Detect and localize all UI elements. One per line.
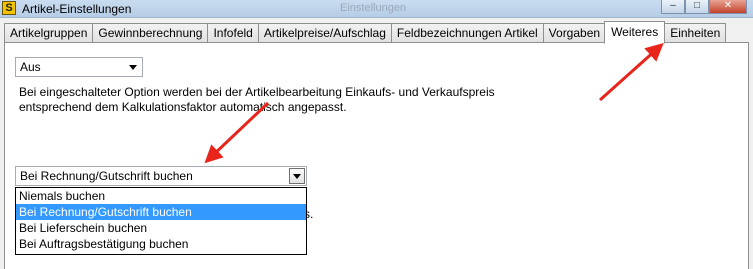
app-icon: S [2, 1, 16, 15]
tab-infofeld[interactable]: Infofeld [207, 23, 258, 43]
title-bar: S Artikel-Einstellungen Einstellungen – … [0, 0, 753, 18]
booking-dropdown-list: Niemals buchen Bei Rechnung/Gutschrift b… [15, 187, 307, 255]
tab-artikelgruppen[interactable]: Artikelgruppen [4, 23, 93, 43]
dropdown-option-lieferschein[interactable]: Bei Lieferschein buchen [16, 220, 306, 236]
maximize-button[interactable]: □ [685, 0, 709, 14]
dropdown-option-rechnung-gutschrift[interactable]: Bei Rechnung/Gutschrift buchen [16, 204, 306, 220]
background-window-title: Einstellungen [340, 2, 407, 14]
auto-price-select[interactable]: Aus [15, 57, 143, 77]
booking-select[interactable]: Bei Rechnung/Gutschrift buchen [15, 166, 307, 186]
tab-weiteres[interactable]: Weiteres [604, 21, 666, 44]
chevron-down-icon [293, 174, 301, 179]
window-controls: – □ ✕ [661, 0, 747, 14]
booking-select-value: Bei Rechnung/Gutschrift buchen [20, 169, 193, 183]
chevron-down-icon [129, 65, 137, 70]
tab-gewinnberechnung[interactable]: Gewinnberechnung [92, 23, 208, 43]
dropdown-option-auftragsbestaetigung[interactable]: Bei Auftragsbestätigung buchen [16, 236, 306, 252]
close-button[interactable]: ✕ [709, 0, 747, 14]
window-title: Artikel-Einstellungen [22, 2, 132, 16]
tab-strip: Artikelgruppen Gewinnberechnung Infofeld… [4, 21, 727, 44]
dropdown-button[interactable] [289, 168, 305, 184]
tab-artikelpreise-aufschlag[interactable]: Artikelpreise/Aufschlag [257, 23, 391, 43]
minimize-button[interactable]: – [661, 0, 685, 14]
dropdown-option-niemals[interactable]: Niemals buchen [16, 188, 306, 204]
auto-price-description: Bei eingeschalteter Option werden bei de… [19, 85, 495, 114]
tab-vorgaben[interactable]: Vorgaben [542, 23, 606, 43]
auto-price-select-value: Aus [20, 60, 41, 74]
tab-feldbezeichnungen-artikel[interactable]: Feldbezeichnungen Artikel [390, 23, 543, 43]
tab-einheiten[interactable]: Einheiten [664, 23, 727, 43]
